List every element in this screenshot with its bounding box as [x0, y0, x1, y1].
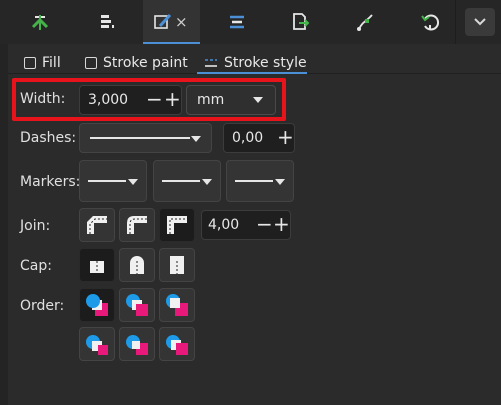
stroke-style-icon	[205, 59, 217, 67]
dashes-label: Dashes:	[20, 130, 77, 146]
width-increment-button[interactable]: +	[164, 89, 181, 109]
align-icon[interactable]	[24, 6, 56, 38]
order-label: Order:	[20, 298, 65, 314]
tab-stroke-style[interactable]: Stroke style	[204, 52, 307, 74]
order-markers-stroke-fill-button[interactable]	[159, 327, 195, 361]
chevron-down-icon	[191, 136, 201, 142]
square-cap-button[interactable]	[159, 248, 195, 282]
start-marker-preview	[88, 180, 126, 182]
undo-history-icon[interactable]	[414, 6, 446, 38]
fill-checkbox-icon	[24, 57, 36, 69]
miter-limit-increment-button[interactable]: +	[273, 214, 290, 234]
more-tabs-button[interactable]	[465, 8, 495, 36]
width-unit-select[interactable]: mm	[186, 85, 276, 115]
width-value: 3,000	[88, 92, 129, 108]
stroke-paint-checkbox-icon	[85, 57, 97, 69]
order-option-icon	[86, 294, 108, 316]
markers-label: Markers:	[20, 174, 81, 190]
order-markers-fill-stroke-button[interactable]	[79, 327, 115, 361]
chevron-down-icon	[128, 179, 138, 185]
chevron-down-icon	[253, 97, 263, 103]
order-stroke-fill-markers-button[interactable]	[119, 288, 155, 322]
join-label: Join:	[20, 218, 51, 234]
mid-marker-preview	[162, 180, 200, 182]
tab-stroke-paint[interactable]: Stroke paint	[85, 52, 188, 74]
round-join-icon	[127, 216, 147, 234]
round-cap-button[interactable]	[119, 248, 155, 282]
text-icon[interactable]	[221, 6, 253, 38]
chevron-down-icon	[474, 18, 486, 26]
dash-pattern-select[interactable]	[79, 123, 212, 153]
end-marker-preview	[235, 180, 273, 182]
order-option-icon	[166, 294, 188, 316]
stroke-style-tab-underline	[197, 72, 307, 74]
tab-fill-label: Fill	[42, 55, 61, 71]
bevel-join-icon	[87, 216, 107, 234]
cap-label: Cap:	[20, 258, 52, 274]
butt-cap-icon	[90, 261, 104, 273]
end-marker-select[interactable]	[226, 160, 294, 202]
miter-limit-value: 4,00	[208, 217, 240, 233]
order-stroke-markers-fill-button[interactable]	[119, 327, 155, 361]
order-fill-stroke-markers-button[interactable]	[79, 288, 115, 322]
panel-left-edge	[0, 44, 8, 405]
butt-cap-button[interactable]	[79, 248, 115, 282]
chevron-down-icon	[275, 179, 285, 185]
tab-stroke-paint-label: Stroke paint	[103, 55, 188, 71]
square-cap-icon	[170, 256, 184, 274]
dash-offset-value: 0,00	[232, 130, 264, 146]
order-option-icon	[166, 335, 188, 355]
order-option-icon	[126, 294, 148, 316]
width-unit-value: mm	[197, 92, 225, 108]
paths-icon[interactable]	[350, 6, 382, 38]
chevron-down-icon	[202, 179, 212, 185]
dash-pattern-preview	[90, 137, 190, 139]
close-tab-button[interactable]: ×	[175, 13, 188, 31]
order-option-icon	[86, 335, 108, 355]
toolbar-divider	[455, 0, 456, 44]
miter-join-button[interactable]	[159, 208, 195, 242]
tab-stroke-style-label: Stroke style	[224, 55, 307, 71]
bevel-join-button[interactable]	[79, 208, 115, 242]
width-decrement-button[interactable]: −	[146, 89, 163, 109]
round-cap-icon	[130, 256, 144, 274]
export-icon[interactable]	[284, 6, 316, 38]
order-fill-markers-stroke-button[interactable]	[159, 288, 195, 322]
tab-fill[interactable]: Fill	[24, 52, 61, 74]
dash-offset-increment-button[interactable]: +	[277, 127, 294, 147]
order-option-icon	[126, 335, 148, 355]
width-label: Width:	[20, 91, 66, 107]
dock-toolbar: ×	[0, 0, 501, 44]
mid-marker-select[interactable]	[153, 160, 221, 202]
miter-join-icon	[167, 216, 187, 234]
start-marker-select[interactable]	[79, 160, 147, 202]
round-join-button[interactable]	[119, 208, 155, 242]
fill-stroke-tabs: Fill Stroke paint Stroke style	[8, 44, 501, 74]
miter-limit-decrement-button[interactable]: −	[256, 214, 273, 234]
layers-icon[interactable]	[90, 6, 122, 38]
